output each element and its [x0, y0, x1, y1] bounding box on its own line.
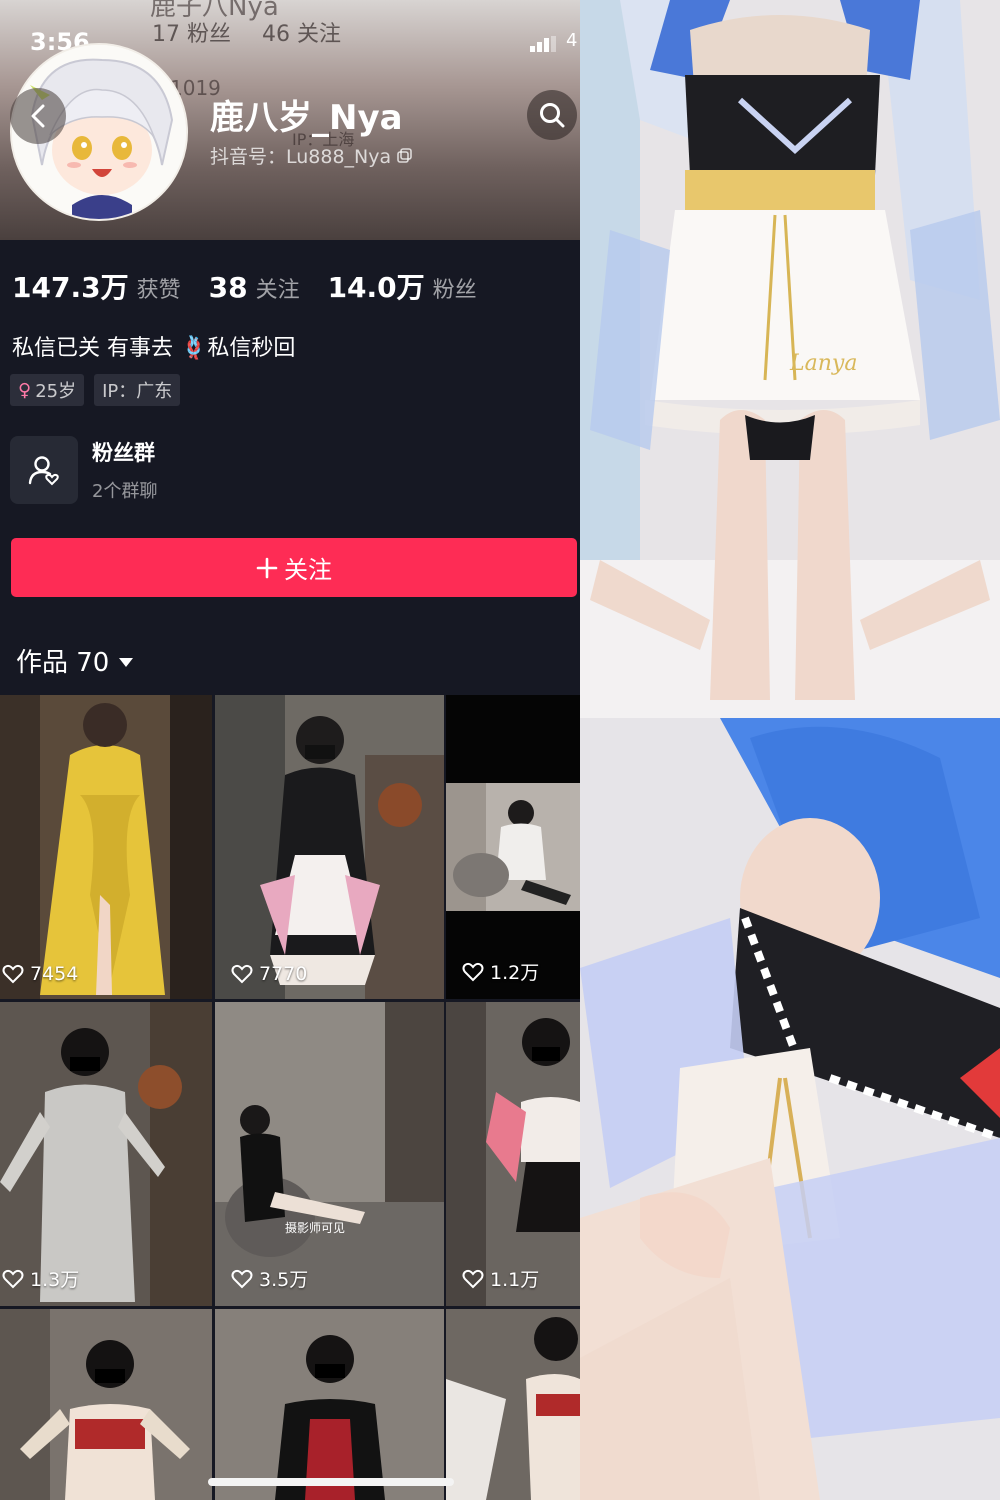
fan-group-icon-box — [10, 436, 78, 504]
bio-text: 私信已关 有事去 🪢私信秒回 — [12, 336, 296, 361]
video-thumbnail — [446, 1309, 580, 1500]
home-indicator[interactable] — [208, 1478, 454, 1486]
header-faded-following: 46 关注 — [262, 22, 341, 47]
copy-icon[interactable] — [397, 147, 413, 164]
video-likes-count: 1.2万 — [490, 962, 540, 984]
video-tile[interactable]: 7770 — [215, 695, 444, 999]
video-likes-count: 3.5万 — [259, 1269, 309, 1291]
video-tile[interactable] — [215, 1309, 444, 1500]
age-tag: ♀ 25岁 — [10, 374, 85, 406]
stat-fans-value: 14.0万 — [327, 271, 425, 304]
tab-works[interactable]: 作品 70 — [16, 642, 134, 679]
heart-icon — [2, 1269, 24, 1288]
back-button[interactable] — [10, 88, 66, 144]
douyin-id-row[interactable]: 抖音号：Lu888_Nya — [210, 142, 413, 169]
video-likes-count: 1.3万 — [30, 1269, 80, 1291]
follow-button-label: 关注 — [284, 556, 332, 584]
stat-likes-label: 获赞 — [136, 278, 181, 303]
follow-button[interactable]: 关注 — [11, 538, 577, 597]
stat-following-label: 关注 — [255, 278, 300, 303]
photo-cosplay-bottom-image — [580, 718, 1000, 1500]
douyin-id: 抖音号：Lu888_Nya — [210, 146, 392, 168]
works-tab-label: 作品 70 — [16, 648, 110, 678]
photo-cosplay-bottom — [580, 718, 1000, 1500]
search-button[interactable] — [527, 90, 577, 140]
screenshot-root: 鹿子八Nya 17 粉丝 46 关注 1019 IP：上海 3:56 4 鹿八岁… — [0, 0, 1000, 1500]
profile-header: 鹿子八Nya 17 粉丝 46 关注 1019 IP：上海 3:56 4 鹿八岁… — [0, 0, 580, 240]
fan-group-icon — [28, 456, 59, 486]
fan-group-title: 粉丝群 — [92, 441, 155, 465]
ip-tag-label: IP：广东 — [102, 381, 173, 402]
video-caption: 摄影师可见 — [285, 1220, 345, 1235]
video-thumbnail — [215, 1309, 444, 1500]
video-tile[interactable]: 1.1万 — [446, 1002, 580, 1306]
back-arrow-icon — [31, 104, 45, 128]
video-tile[interactable] — [0, 1309, 212, 1500]
profile-tags: ♀ 25岁 IP：广东 — [10, 374, 181, 406]
video-likes-count: 7454 — [30, 963, 79, 985]
video-thumbnail — [446, 1002, 580, 1306]
heart-icon — [2, 964, 24, 984]
age-tag-label: 25岁 — [35, 381, 77, 402]
stat-fans-label: 粉丝 — [432, 278, 477, 303]
stat-fans[interactable]: 14.0万 粉丝 — [328, 266, 477, 306]
battery-level: 4 — [566, 30, 578, 51]
video-thumbnail — [446, 695, 580, 999]
video-tile[interactable]: 摄影师可见 3.5万 — [215, 1002, 444, 1306]
video-likes: 7770 — [231, 963, 307, 985]
video-likes: 1.3万 — [2, 1265, 79, 1292]
plus-icon — [256, 557, 278, 578]
search-icon — [540, 103, 565, 128]
video-tile[interactable]: 1.3万 — [0, 1002, 212, 1306]
video-likes: 3.5万 — [231, 1265, 308, 1292]
photo-cosplay-top: Lanya — [580, 0, 1000, 718]
fan-group-entry[interactable]: 粉丝群 2个群聊 — [10, 436, 157, 504]
photo-logo-text: Lanya — [789, 351, 857, 376]
heart-icon — [231, 1269, 253, 1288]
douyin-profile-screen: 鹿子八Nya 17 粉丝 46 关注 1019 IP：上海 3:56 4 鹿八岁… — [0, 0, 580, 1500]
signal-icon — [530, 36, 556, 52]
video-likes-count: 1.1万 — [490, 1269, 540, 1291]
stat-following-value: 38 — [208, 271, 248, 304]
video-likes: 7454 — [2, 963, 78, 985]
video-likes-count: 7770 — [259, 963, 308, 985]
video-thumbnail — [0, 695, 212, 999]
ip-tag: IP：广东 — [94, 374, 181, 406]
heart-icon — [462, 1269, 484, 1288]
stat-likes[interactable]: 147.3万 获赞 — [12, 266, 181, 306]
video-likes: 1.2万 — [462, 958, 539, 985]
header-faded-fans: 17 粉丝 — [152, 22, 231, 47]
stat-likes-value: 147.3万 — [12, 271, 129, 304]
caret-down-icon — [119, 658, 134, 667]
photo-cosplay-top-image: Lanya — [580, 0, 1000, 718]
heart-icon — [231, 964, 253, 984]
video-likes: 1.1万 — [462, 1265, 539, 1292]
fan-group-subtitle: 2个群聊 — [92, 481, 158, 502]
video-thumbnail — [215, 695, 444, 999]
profile-username: 鹿八岁_Nya — [210, 98, 403, 138]
video-grid: 7454 7770 1.2万 1.3万 摄影师可见 3.5万 1.1万 — [0, 695, 580, 1500]
video-thumbnail: 摄影师可见 — [215, 1002, 444, 1306]
heart-icon — [462, 962, 484, 981]
video-thumbnail — [0, 1309, 212, 1500]
video-tile[interactable] — [446, 1309, 580, 1500]
stats-row: 147.3万 获赞 38 关注 14.0万 粉丝 — [12, 266, 477, 306]
video-tile[interactable]: 7454 — [0, 695, 212, 999]
video-tile[interactable]: 1.2万 — [446, 695, 580, 999]
stat-following[interactable]: 38 关注 — [209, 271, 300, 304]
female-icon: ♀ — [18, 379, 32, 401]
video-thumbnail — [0, 1002, 212, 1306]
fan-group-text: 粉丝群 2个群聊 — [92, 437, 157, 503]
